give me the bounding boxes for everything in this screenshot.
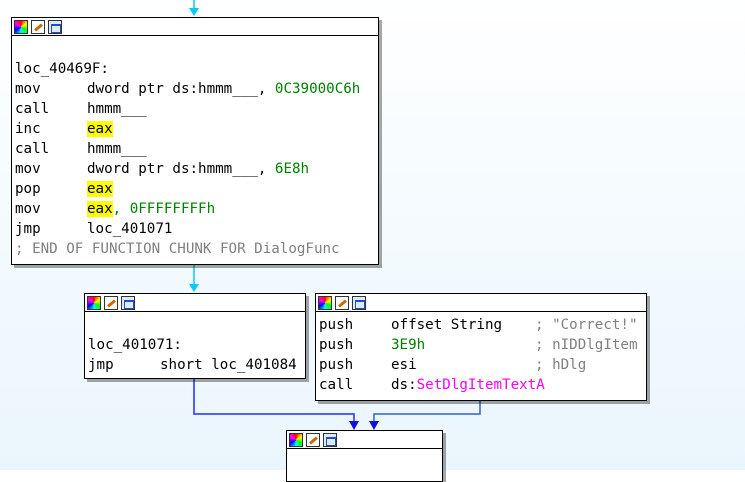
asm-operand[interactable]: esi (391, 357, 417, 373)
edge-arrow-top (189, 8, 199, 16)
code-block-bottom[interactable] (286, 430, 443, 482)
graph-icon[interactable] (352, 295, 366, 310)
code-block-loc-401071[interactable]: loc_401071: jmp short loc_401084 (84, 293, 306, 379)
asm-line[interactable]: jmp loc_401071 (15, 219, 378, 239)
asm-line[interactable] (88, 315, 305, 335)
asm-mnemonic[interactable]: loc_40469F: (15, 59, 109, 79)
block-titlebar (85, 294, 305, 312)
asm-operand-value[interactable]: 6E8h (275, 161, 309, 177)
asm-mnemonic[interactable]: mov (15, 79, 87, 99)
asm-line[interactable]: push 3E9h ; nIDDlgItem (319, 335, 646, 355)
asm-operand[interactable]: eax (87, 201, 113, 217)
graph-icon[interactable] (121, 295, 135, 310)
asm-comment[interactable]: ; nIDDlgItem (535, 335, 638, 355)
graph-icon[interactable] (48, 19, 62, 34)
color-palette-icon[interactable] (289, 432, 303, 447)
asm-operand[interactable]: hmmm___ (87, 141, 147, 157)
asm-mnemonic[interactable]: push (319, 315, 391, 335)
edit-icon[interactable] (335, 295, 349, 310)
asm-comment[interactable]: ; "Correct!" (535, 315, 638, 335)
color-palette-icon[interactable] (318, 295, 332, 310)
asm-operand[interactable]: dword ptr ds:hmmm___, (87, 161, 275, 177)
color-palette-icon[interactable] (14, 19, 28, 34)
code-block-set-dlg-text[interactable]: push offset String; "Correct!" push 3E9h; n… (315, 293, 647, 401)
asm-mnemonic[interactable]: loc_401071: (88, 335, 182, 355)
asm-mnemonic[interactable]: inc (15, 119, 87, 139)
asm-line[interactable]: ; END OF FUNCTION CHUNK FOR DialogFunc (15, 239, 378, 259)
asm-line[interactable]: call hmmm___ (15, 139, 378, 159)
asm-operand[interactable]: 3E9h (391, 337, 425, 353)
asm-line[interactable]: inc eax (15, 119, 378, 139)
block-titlebar (287, 431, 442, 449)
asm-operand-value[interactable]: , 0FFFFFFFFh (113, 201, 216, 217)
asm-mnemonic[interactable]: jmp (15, 219, 87, 239)
edge-arrow-bottom-1 (349, 421, 359, 430)
asm-operand[interactable]: ds: (391, 377, 417, 393)
asm-operand[interactable]: eax (87, 121, 113, 137)
asm-line[interactable]: push offset String ; "Correct!" (319, 315, 646, 335)
asm-operand-value[interactable]: 0C39000C6h (275, 81, 360, 97)
asm-mnemonic[interactable]: push (319, 335, 391, 355)
asm-operand[interactable]: loc_401071 (87, 221, 172, 237)
asm-mnemonic[interactable]: mov (15, 199, 87, 219)
asm-line[interactable]: pop eax (15, 179, 378, 199)
color-palette-icon[interactable] (87, 295, 101, 310)
asm-line[interactable] (15, 39, 378, 59)
asm-line[interactable]: mov dword ptr ds:hmmm___, 0C39000C6h (15, 79, 378, 99)
asm-line[interactable]: loc_401071: (88, 335, 305, 355)
asm-line[interactable]: call hmmm___ (15, 99, 378, 119)
asm-mnemonic[interactable]: pop (15, 179, 87, 199)
edit-icon[interactable] (306, 432, 320, 447)
block-code: push offset String; "Correct!" push 3E9h; n… (316, 312, 646, 397)
asm-mnemonic[interactable]: jmp (88, 355, 160, 375)
asm-api-name[interactable]: SetDlgItemTextA (417, 377, 545, 393)
asm-operand[interactable]: short loc_401084 (160, 357, 297, 373)
block-titlebar (12, 18, 378, 36)
edit-icon[interactable] (31, 19, 45, 34)
asm-mnemonic[interactable]: mov (15, 159, 87, 179)
edge-arrow-bottom-2 (369, 421, 379, 430)
edge-arrow-left (189, 284, 199, 292)
asm-operand[interactable]: dword ptr ds:hmmm___, (87, 81, 275, 97)
asm-mnemonic[interactable]: push (319, 355, 391, 375)
asm-line[interactable]: push esi ; hDlg (319, 355, 646, 375)
block-code: loc_401071: jmp short loc_401084 (85, 312, 305, 377)
edge-right-to-bottom (373, 400, 481, 422)
asm-comment[interactable]: ; hDlg (535, 355, 586, 375)
asm-operand[interactable]: offset String (391, 317, 502, 333)
asm-operand[interactable]: eax (87, 181, 113, 197)
asm-mnemonic[interactable]: call (15, 99, 87, 119)
edit-icon[interactable] (104, 295, 118, 310)
asm-line[interactable]: call ds:SetDlgItemTextA (319, 375, 646, 395)
asm-line[interactable]: loc_40469F: (15, 59, 378, 79)
asm-mnemonic[interactable]: call (319, 375, 391, 395)
block-code: loc_40469F: mov dword ptr ds:hmmm___, 0C39… (12, 36, 378, 261)
asm-mnemonic[interactable]: call (15, 139, 87, 159)
asm-line[interactable]: mov eax, 0FFFFFFFFh (15, 199, 378, 219)
block-titlebar (316, 294, 646, 312)
code-block-loc-40469f[interactable]: loc_40469F: mov dword ptr ds:hmmm___, 0C39… (11, 17, 379, 265)
asm-mnemonic[interactable]: ; END OF FUNCTION CHUNK FOR DialogFunc (15, 239, 340, 259)
asm-line[interactable]: jmp short loc_401084 (88, 355, 305, 375)
asm-operand[interactable]: hmmm___ (87, 101, 147, 117)
asm-line[interactable]: mov dword ptr ds:hmmm___, 6E8h (15, 159, 378, 179)
graph-icon[interactable] (323, 432, 337, 447)
